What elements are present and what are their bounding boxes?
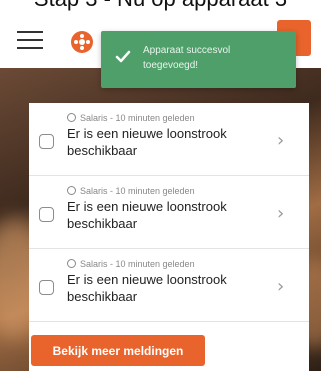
notifications-panel: Salaris - 10 minuten geleden Er is een n…: [29, 103, 309, 371]
notification-meta: Salaris - 10 minuten geleden: [80, 259, 195, 269]
notification-meta: Salaris - 10 minuten geleden: [80, 186, 195, 196]
notification-checkbox[interactable]: [39, 134, 54, 149]
notification-title: Er is een nieuwe loonstrook beschikbaar: [67, 126, 227, 158]
hamburger-menu-icon[interactable]: [17, 29, 43, 51]
chevron-right-icon[interactable]: ›: [277, 203, 284, 224]
notification-checkbox[interactable]: [39, 280, 54, 295]
checkmark-icon: [115, 50, 131, 63]
view-more-notifications-button[interactable]: Bekijk meer meldingen: [31, 335, 205, 366]
notification-item[interactable]: Salaris - 10 minuten geleden Er is een n…: [29, 249, 309, 322]
clock-icon: [67, 186, 76, 195]
orange-flower-logo-icon: [71, 31, 93, 53]
page-heading: Stap 3 - Nu op apparaat 3: [0, 0, 321, 12]
clock-icon: [67, 113, 76, 122]
notification-meta: Salaris - 10 minuten geleden: [80, 113, 195, 123]
clock-icon: [67, 259, 76, 268]
notification-item[interactable]: Salaris - 10 minuten geleden Er is een n…: [29, 176, 309, 249]
notification-item[interactable]: Salaris - 10 minuten geleden Er is een n…: [29, 103, 309, 176]
notification-checkbox[interactable]: [39, 207, 54, 222]
notification-title: Er is een nieuwe loonstrook beschikbaar: [67, 272, 227, 304]
chevron-right-icon[interactable]: ›: [277, 276, 284, 297]
chevron-right-icon[interactable]: ›: [277, 130, 284, 151]
notification-title: Er is een nieuwe loonstrook beschikbaar: [67, 199, 227, 231]
success-toast: Apparaat succesvol toegevoegd!: [101, 31, 296, 88]
toast-message: Apparaat succesvol toegevoegd!: [143, 45, 231, 71]
